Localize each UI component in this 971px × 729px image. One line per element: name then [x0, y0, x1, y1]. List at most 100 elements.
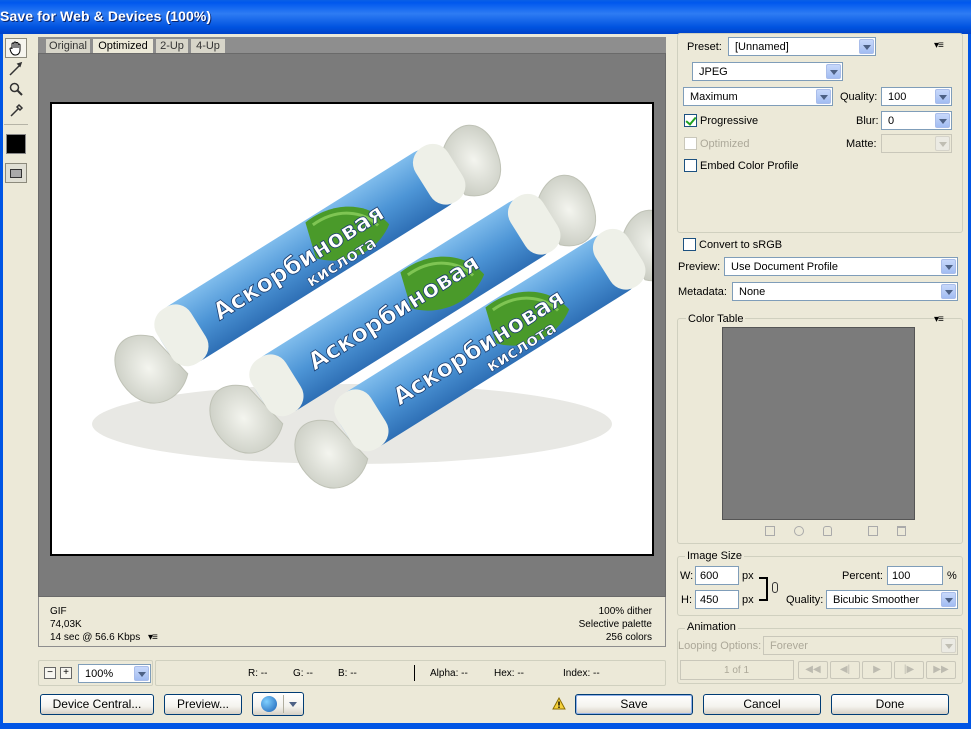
looping-options-select[interactable]: Forever [763, 636, 958, 655]
matte-label: Matte: [846, 138, 877, 150]
embed-color-profile-label: Embed Color Profile [700, 160, 799, 172]
cancel-button[interactable]: Cancel [703, 694, 821, 715]
resample-quality-label: Quality: [786, 594, 824, 606]
title-bar[interactable]: Save for Web & Devices (100%) [0, 0, 971, 34]
preset-value: [Unnamed] [735, 41, 789, 53]
readout-hex: Hex: -- [494, 668, 524, 679]
chevron-down-icon[interactable] [134, 666, 149, 681]
matte-select[interactable] [881, 134, 952, 153]
window-frame-bottom [0, 723, 971, 729]
chevron-down-icon[interactable] [935, 89, 950, 104]
zoom-level-select[interactable]: 100% [78, 664, 151, 683]
metadata-select[interactable]: None [732, 282, 958, 301]
toggle-slices-visibility-icon[interactable] [5, 163, 27, 183]
tab-original[interactable]: Original [45, 38, 91, 53]
zoom-in-button[interactable]: + [60, 667, 72, 679]
chevron-down-icon[interactable] [935, 113, 950, 128]
resample-quality-select[interactable]: Bicubic Smoother [826, 590, 958, 609]
hand-tool-icon[interactable] [5, 38, 27, 58]
download-rate-menu-icon[interactable]: ▾≡ [148, 631, 158, 644]
tab-4-up[interactable]: 4-Up [190, 38, 226, 53]
blur-value: 0 [888, 115, 895, 127]
quality-value: 100 [888, 91, 907, 103]
compression-quality-select[interactable]: Maximum [683, 87, 833, 106]
height-label: H: [681, 594, 692, 606]
tab-2-up[interactable]: 2-Up [155, 38, 189, 53]
next-frame-button[interactable]: |▶ [894, 661, 924, 679]
optimized-image-preview[interactable]: Аскорбиновая кислота Аскорбиновая Аскорб… [50, 102, 654, 556]
eyedropper-color-swatch[interactable] [6, 134, 26, 154]
preview-in-browser-button[interactable] [252, 692, 304, 716]
save-button[interactable]: Save [575, 694, 693, 715]
preset-label: Preset: [687, 41, 722, 53]
file-format-select[interactable]: JPEG [692, 62, 843, 81]
height-input[interactable]: 450 [695, 590, 739, 609]
info-file-size: 74,03K [50, 619, 82, 630]
slice-select-icon[interactable] [5, 59, 27, 79]
chevron-down-icon[interactable] [289, 702, 297, 707]
play-button[interactable]: ▶ [862, 661, 892, 679]
convert-srgb-checkbox[interactable] [683, 238, 696, 251]
blur-label: Blur: [856, 115, 879, 127]
color-table-title: Color Table [686, 313, 746, 325]
eyedropper-icon[interactable] [5, 101, 27, 121]
percent-input[interactable]: 100 [887, 566, 943, 585]
chevron-down-icon[interactable] [941, 259, 956, 274]
chevron-down-icon[interactable] [935, 136, 950, 151]
preview-label: Preview: [678, 261, 721, 273]
width-input[interactable]: 600 [695, 566, 739, 585]
trash-icon[interactable] [897, 526, 906, 536]
split-divider [283, 695, 284, 713]
info-format: GIF [50, 606, 67, 617]
map-transparent-icon[interactable] [765, 526, 775, 536]
animation-title: Animation [685, 621, 738, 633]
progressive-label: Progressive [700, 115, 759, 127]
tab-optimized[interactable]: Optimized [92, 38, 154, 53]
chevron-down-icon[interactable] [941, 592, 956, 607]
lock-icon[interactable] [823, 526, 832, 536]
preview-profile-select[interactable]: Use Document Profile [724, 257, 958, 276]
info-palette: Selective palette [578, 619, 652, 630]
resample-quality-value: Bicubic Smoother [833, 594, 920, 606]
browser-globe-icon [261, 696, 277, 712]
chevron-down-icon[interactable] [816, 89, 831, 104]
done-button[interactable]: Done [831, 694, 949, 715]
first-frame-button[interactable]: ◀◀ [798, 661, 828, 679]
blur-input[interactable]: 0 [881, 111, 952, 130]
preset-select[interactable]: [Unnamed] [728, 37, 876, 56]
embed-color-profile-checkbox[interactable] [684, 159, 697, 172]
previous-frame-button[interactable]: ◀| [830, 661, 860, 679]
zoom-icon[interactable] [5, 79, 27, 99]
color-table-menu-icon[interactable]: ▾≡ [934, 314, 944, 325]
chevron-down-icon[interactable] [941, 638, 956, 653]
optimized-checkbox[interactable] [684, 137, 697, 150]
new-color-icon[interactable] [868, 526, 878, 536]
readout-alpha: Alpha: -- [430, 668, 468, 679]
height-unit: px [742, 594, 754, 606]
chevron-down-icon[interactable] [941, 284, 956, 299]
progressive-checkbox[interactable] [684, 114, 697, 127]
readout-index: Index: -- [563, 668, 600, 679]
zoom-out-button[interactable]: − [44, 667, 56, 679]
compression-quality-value: Maximum [690, 91, 738, 103]
device-central-button[interactable]: Device Central... [40, 694, 154, 715]
looping-options-value: Forever [770, 640, 808, 652]
preview-button[interactable]: Preview... [164, 694, 242, 715]
metadata-value: None [739, 286, 766, 298]
quality-input[interactable]: 100 [881, 87, 952, 106]
info-dither: 100% dither [598, 606, 652, 617]
window-title: Save for Web & Devices (100%) [0, 8, 212, 24]
height-value: 450 [700, 594, 719, 606]
last-frame-button[interactable]: ▶▶ [926, 661, 956, 679]
warning-icon [552, 696, 566, 713]
optimize-menu-icon[interactable]: ▾≡ [934, 40, 944, 51]
link-chain-icon[interactable] [772, 582, 778, 593]
chevron-down-icon[interactable] [826, 64, 841, 79]
web-snap-icon[interactable] [794, 526, 804, 536]
readout-r: R: -- [248, 668, 268, 679]
color-table-swatches[interactable] [722, 327, 915, 520]
chevron-down-icon[interactable] [859, 39, 874, 54]
info-download-time: 14 sec @ 56.6 Kbps [50, 632, 141, 643]
percent-value: 100 [892, 570, 911, 582]
frame-counter: 1 of 1 [724, 665, 750, 676]
